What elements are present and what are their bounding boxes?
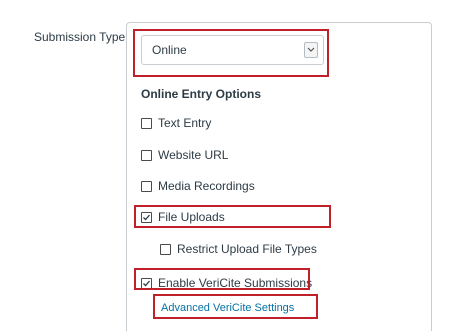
media-recordings-option[interactable]: Media Recordings	[141, 179, 255, 193]
text-entry-option[interactable]: Text Entry	[141, 116, 211, 130]
submission-type-panel: Online Online Entry Options Text Entry W…	[126, 22, 432, 331]
text-entry-label: Text Entry	[158, 116, 212, 130]
submission-type-label: Submission Type	[34, 30, 126, 44]
enable-vericite-label: Enable VeriCite Submissions	[158, 276, 313, 290]
restrict-upload-file-types-checkbox[interactable]	[160, 243, 171, 255]
text-entry-checkbox[interactable]	[141, 117, 152, 129]
online-entry-options-title: Online Entry Options	[141, 87, 262, 101]
file-uploads-option[interactable]: File Uploads	[141, 210, 225, 224]
file-uploads-checkbox[interactable]	[141, 211, 152, 223]
submission-type-value: Online	[152, 43, 187, 57]
advanced-vericite-settings-link[interactable]: Advanced VeriCite Settings	[161, 302, 294, 314]
submission-type-select[interactable]: Online	[141, 35, 324, 65]
restrict-upload-file-types-option[interactable]: Restrict Upload File Types	[160, 242, 317, 256]
media-recordings-label: Media Recordings	[158, 179, 255, 193]
restrict-upload-file-types-label: Restrict Upload File Types	[177, 242, 317, 256]
website-url-option[interactable]: Website URL	[141, 148, 228, 162]
chevron-down-icon[interactable]	[304, 42, 318, 58]
media-recordings-checkbox[interactable]	[141, 180, 152, 192]
enable-vericite-checkbox[interactable]	[141, 277, 152, 289]
enable-vericite-option[interactable]: Enable VeriCite Submissions	[141, 276, 312, 290]
website-url-checkbox[interactable]	[141, 149, 152, 161]
website-url-label: Website URL	[158, 148, 229, 162]
assignment-settings: Submission Type Online Online Entry Opti…	[0, 0, 450, 331]
file-uploads-label: File Uploads	[158, 210, 225, 224]
